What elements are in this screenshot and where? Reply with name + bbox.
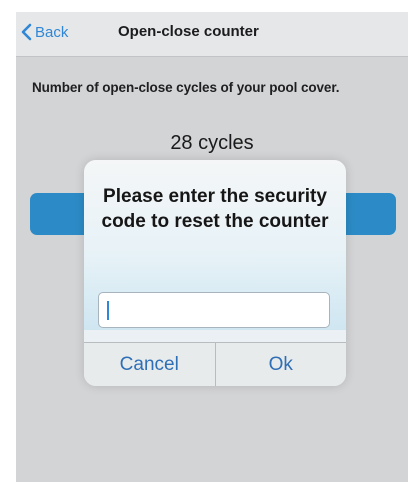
app-screen: Back Open-close counter Number of open-c… <box>16 12 408 482</box>
back-button[interactable]: Back <box>20 12 68 52</box>
page-title: Open-close counter <box>118 23 259 40</box>
ok-button[interactable]: Ok <box>216 343 347 386</box>
security-code-input[interactable] <box>98 292 330 328</box>
cycle-count: 28 cycles <box>170 132 254 154</box>
security-code-dialog: Please enter the security code to reset … <box>84 160 346 386</box>
cancel-button[interactable]: Cancel <box>84 343 216 386</box>
chevron-left-icon <box>21 23 32 41</box>
navigation-bar: Back Open-close counter <box>16 12 408 57</box>
dialog-button-row: Cancel Ok <box>84 342 346 386</box>
back-label: Back <box>35 23 69 41</box>
dialog-message: Please enter the security code to reset … <box>101 186 329 232</box>
counter-description: Number of open-close cycles of your pool… <box>32 80 340 95</box>
text-caret <box>107 301 109 320</box>
